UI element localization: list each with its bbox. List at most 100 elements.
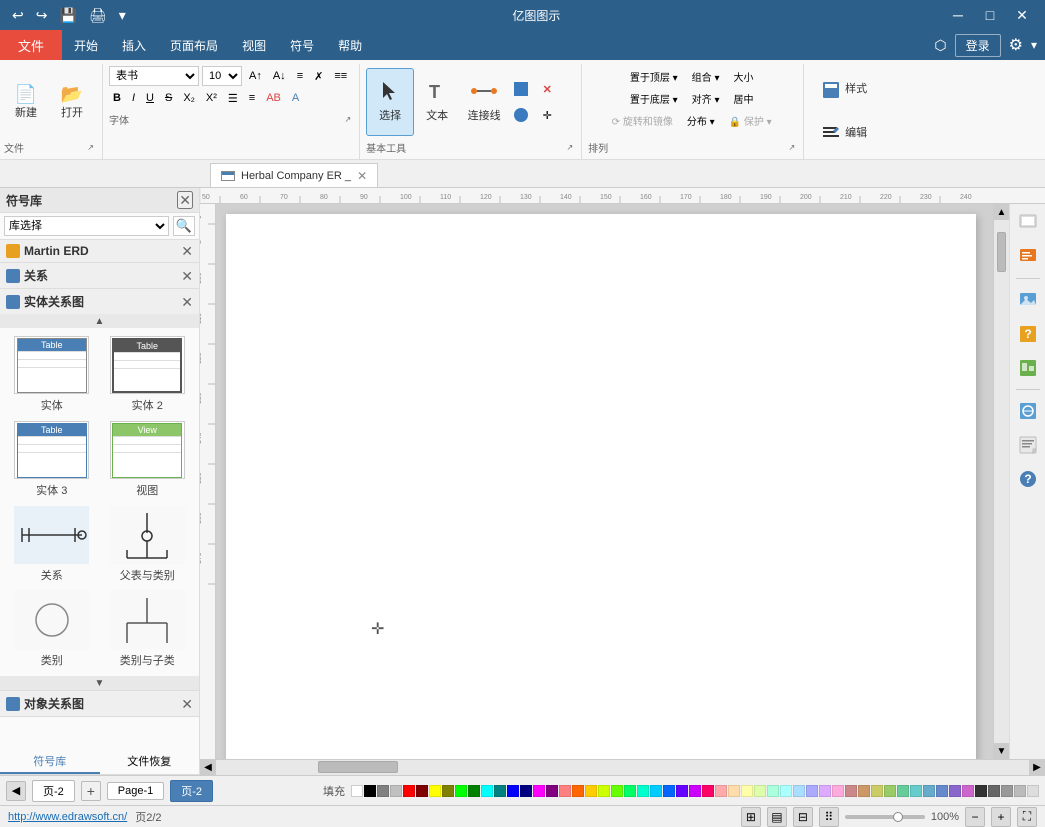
color-swatch[interactable] (780, 785, 792, 797)
more-icon[interactable]: ▾ (115, 5, 130, 26)
canvas-paper[interactable]: ✛ (216, 204, 993, 759)
font-increase-button[interactable]: A↑ (245, 66, 266, 86)
bold-button[interactable]: B (109, 88, 125, 108)
color-swatch[interactable] (650, 785, 662, 797)
shape-pin-button[interactable]: ✛ (536, 104, 558, 126)
color-swatch[interactable] (1014, 785, 1026, 797)
color-swatch[interactable] (533, 785, 545, 797)
sidebar-close-button[interactable]: ✕ (177, 191, 193, 209)
lib-item-parent-cat[interactable]: 父表与类别 (104, 506, 192, 583)
color-swatch[interactable] (624, 785, 636, 797)
color-swatch[interactable] (455, 785, 467, 797)
page-tab-2[interactable]: 页-2 (32, 780, 75, 802)
color-swatch[interactable] (663, 785, 675, 797)
color-swatch[interactable] (572, 785, 584, 797)
new-button[interactable]: 📄 新建 (4, 72, 48, 132)
page-tab-2-active[interactable]: 页-2 (170, 780, 213, 802)
hscroll-left-button[interactable]: ◀ (200, 760, 216, 776)
scroll-up-button[interactable]: ▲ (0, 314, 199, 328)
bring-top-button[interactable]: 置于顶层 ▾ (625, 66, 683, 86)
center-button[interactable]: 居中 (728, 88, 758, 108)
lib-item-entity3[interactable]: Table 实体 3 (8, 421, 96, 498)
style-button[interactable]: 样式 (814, 75, 874, 105)
lib-section-martin-header[interactable]: Martin ERD ✕ (0, 240, 199, 262)
shape-square-button[interactable] (510, 78, 532, 100)
lib-item-view[interactable]: View 视图 (104, 421, 192, 498)
color-swatch[interactable] (858, 785, 870, 797)
undo-icon[interactable]: ↩ (8, 5, 28, 26)
panel-btn-help[interactable]: ? (1013, 464, 1043, 494)
scroll-down-button-v[interactable]: ▼ (994, 743, 1009, 759)
color-swatch[interactable] (715, 785, 727, 797)
scroll-thumb[interactable] (997, 232, 1006, 272)
color-swatch[interactable] (884, 785, 896, 797)
color-swatch[interactable] (988, 785, 1000, 797)
panel-btn-user[interactable] (1013, 208, 1043, 238)
color-swatch[interactable] (741, 785, 753, 797)
sidebar-tab-symbols[interactable]: 符号库 (0, 750, 100, 774)
status-btn-zoom-in[interactable]: + (991, 807, 1011, 827)
font-family-select[interactable]: 表书 (109, 66, 199, 86)
select-button[interactable]: 选择 (366, 68, 414, 136)
color-swatch[interactable] (676, 785, 688, 797)
scroll-down-button[interactable]: ▼ (0, 676, 199, 690)
color-swatch[interactable] (481, 785, 493, 797)
color-swatch[interactable] (520, 785, 532, 797)
scroll-track[interactable] (994, 220, 1009, 743)
lib-item-subcategory[interactable]: 类别与子类 (104, 591, 192, 668)
color-swatch[interactable] (806, 785, 818, 797)
menu-symbol[interactable]: 符号 (278, 30, 326, 60)
color-swatch[interactable] (416, 785, 428, 797)
color-swatch[interactable] (910, 785, 922, 797)
arrange-expand-icon[interactable]: ↗ (788, 143, 795, 152)
color-swatch[interactable] (793, 785, 805, 797)
color-swatch[interactable] (728, 785, 740, 797)
color-swatch[interactable] (611, 785, 623, 797)
size-button[interactable]: 大小 (728, 66, 758, 86)
strikethrough-button[interactable]: S (161, 88, 176, 108)
lock-button[interactable]: 🔒 保护 ▾ (724, 110, 777, 130)
font-decrease-button[interactable]: A↓ (269, 66, 290, 86)
zoom-slider-thumb[interactable] (893, 812, 903, 822)
color-swatch[interactable] (845, 785, 857, 797)
menu-view[interactable]: 视图 (230, 30, 278, 60)
color-swatch[interactable] (702, 785, 714, 797)
color-swatch[interactable] (1001, 785, 1013, 797)
lib-martin-close[interactable]: ✕ (181, 244, 193, 258)
color-swatch[interactable] (377, 785, 389, 797)
lib-object-close[interactable]: ✕ (181, 697, 193, 711)
hscroll-thumb[interactable] (318, 761, 398, 773)
color-swatch[interactable] (754, 785, 766, 797)
doc-tab-main[interactable]: Herbal Company ER _ ✕ (210, 163, 378, 187)
send-bottom-button[interactable]: 置于底层 ▾ (625, 88, 683, 108)
lib-erd-close[interactable]: ✕ (181, 295, 193, 309)
distribute-button[interactable]: 分布 ▾ (682, 110, 720, 130)
group-button[interactable]: 组合 ▾ (687, 66, 725, 86)
open-button[interactable]: 📂 打开 (50, 72, 94, 132)
save-icon[interactable]: 💾 (55, 5, 80, 26)
color-swatch[interactable] (936, 785, 948, 797)
share-icon[interactable]: ⬡ (934, 37, 946, 54)
color-swatch[interactable] (949, 785, 961, 797)
color-swatch[interactable] (962, 785, 974, 797)
page-tab-1[interactable]: Page-1 (107, 782, 164, 800)
color-swatch[interactable] (871, 785, 883, 797)
status-btn-fullscreen[interactable]: ⛶ (1017, 807, 1037, 827)
dropdown-icon[interactable]: ▾ (1031, 38, 1037, 52)
login-button[interactable]: 登录 (955, 34, 1001, 57)
clear-format-button[interactable]: ✗ (310, 66, 327, 86)
color-swatch[interactable] (689, 785, 701, 797)
panel-btn-link[interactable] (1013, 396, 1043, 426)
lib-section-object-header[interactable]: 对象关系图 ✕ (0, 691, 199, 716)
italic-button[interactable]: I (128, 88, 139, 108)
status-btn-grid[interactable]: ⊞ (741, 807, 761, 827)
align-button[interactable]: ≡ (293, 66, 307, 86)
zoom-slider[interactable] (845, 815, 925, 819)
scroll-up-button[interactable]: ▲ (994, 204, 1009, 220)
highlight-button[interactable]: AB (262, 88, 285, 108)
menu-help[interactable]: 帮助 (326, 30, 374, 60)
color-swatch[interactable] (897, 785, 909, 797)
doc-tab-close[interactable]: ✕ (357, 169, 367, 183)
status-link[interactable]: http://www.edrawsoft.cn/ (8, 811, 127, 823)
page-prev-button[interactable]: ◀ (6, 781, 26, 801)
